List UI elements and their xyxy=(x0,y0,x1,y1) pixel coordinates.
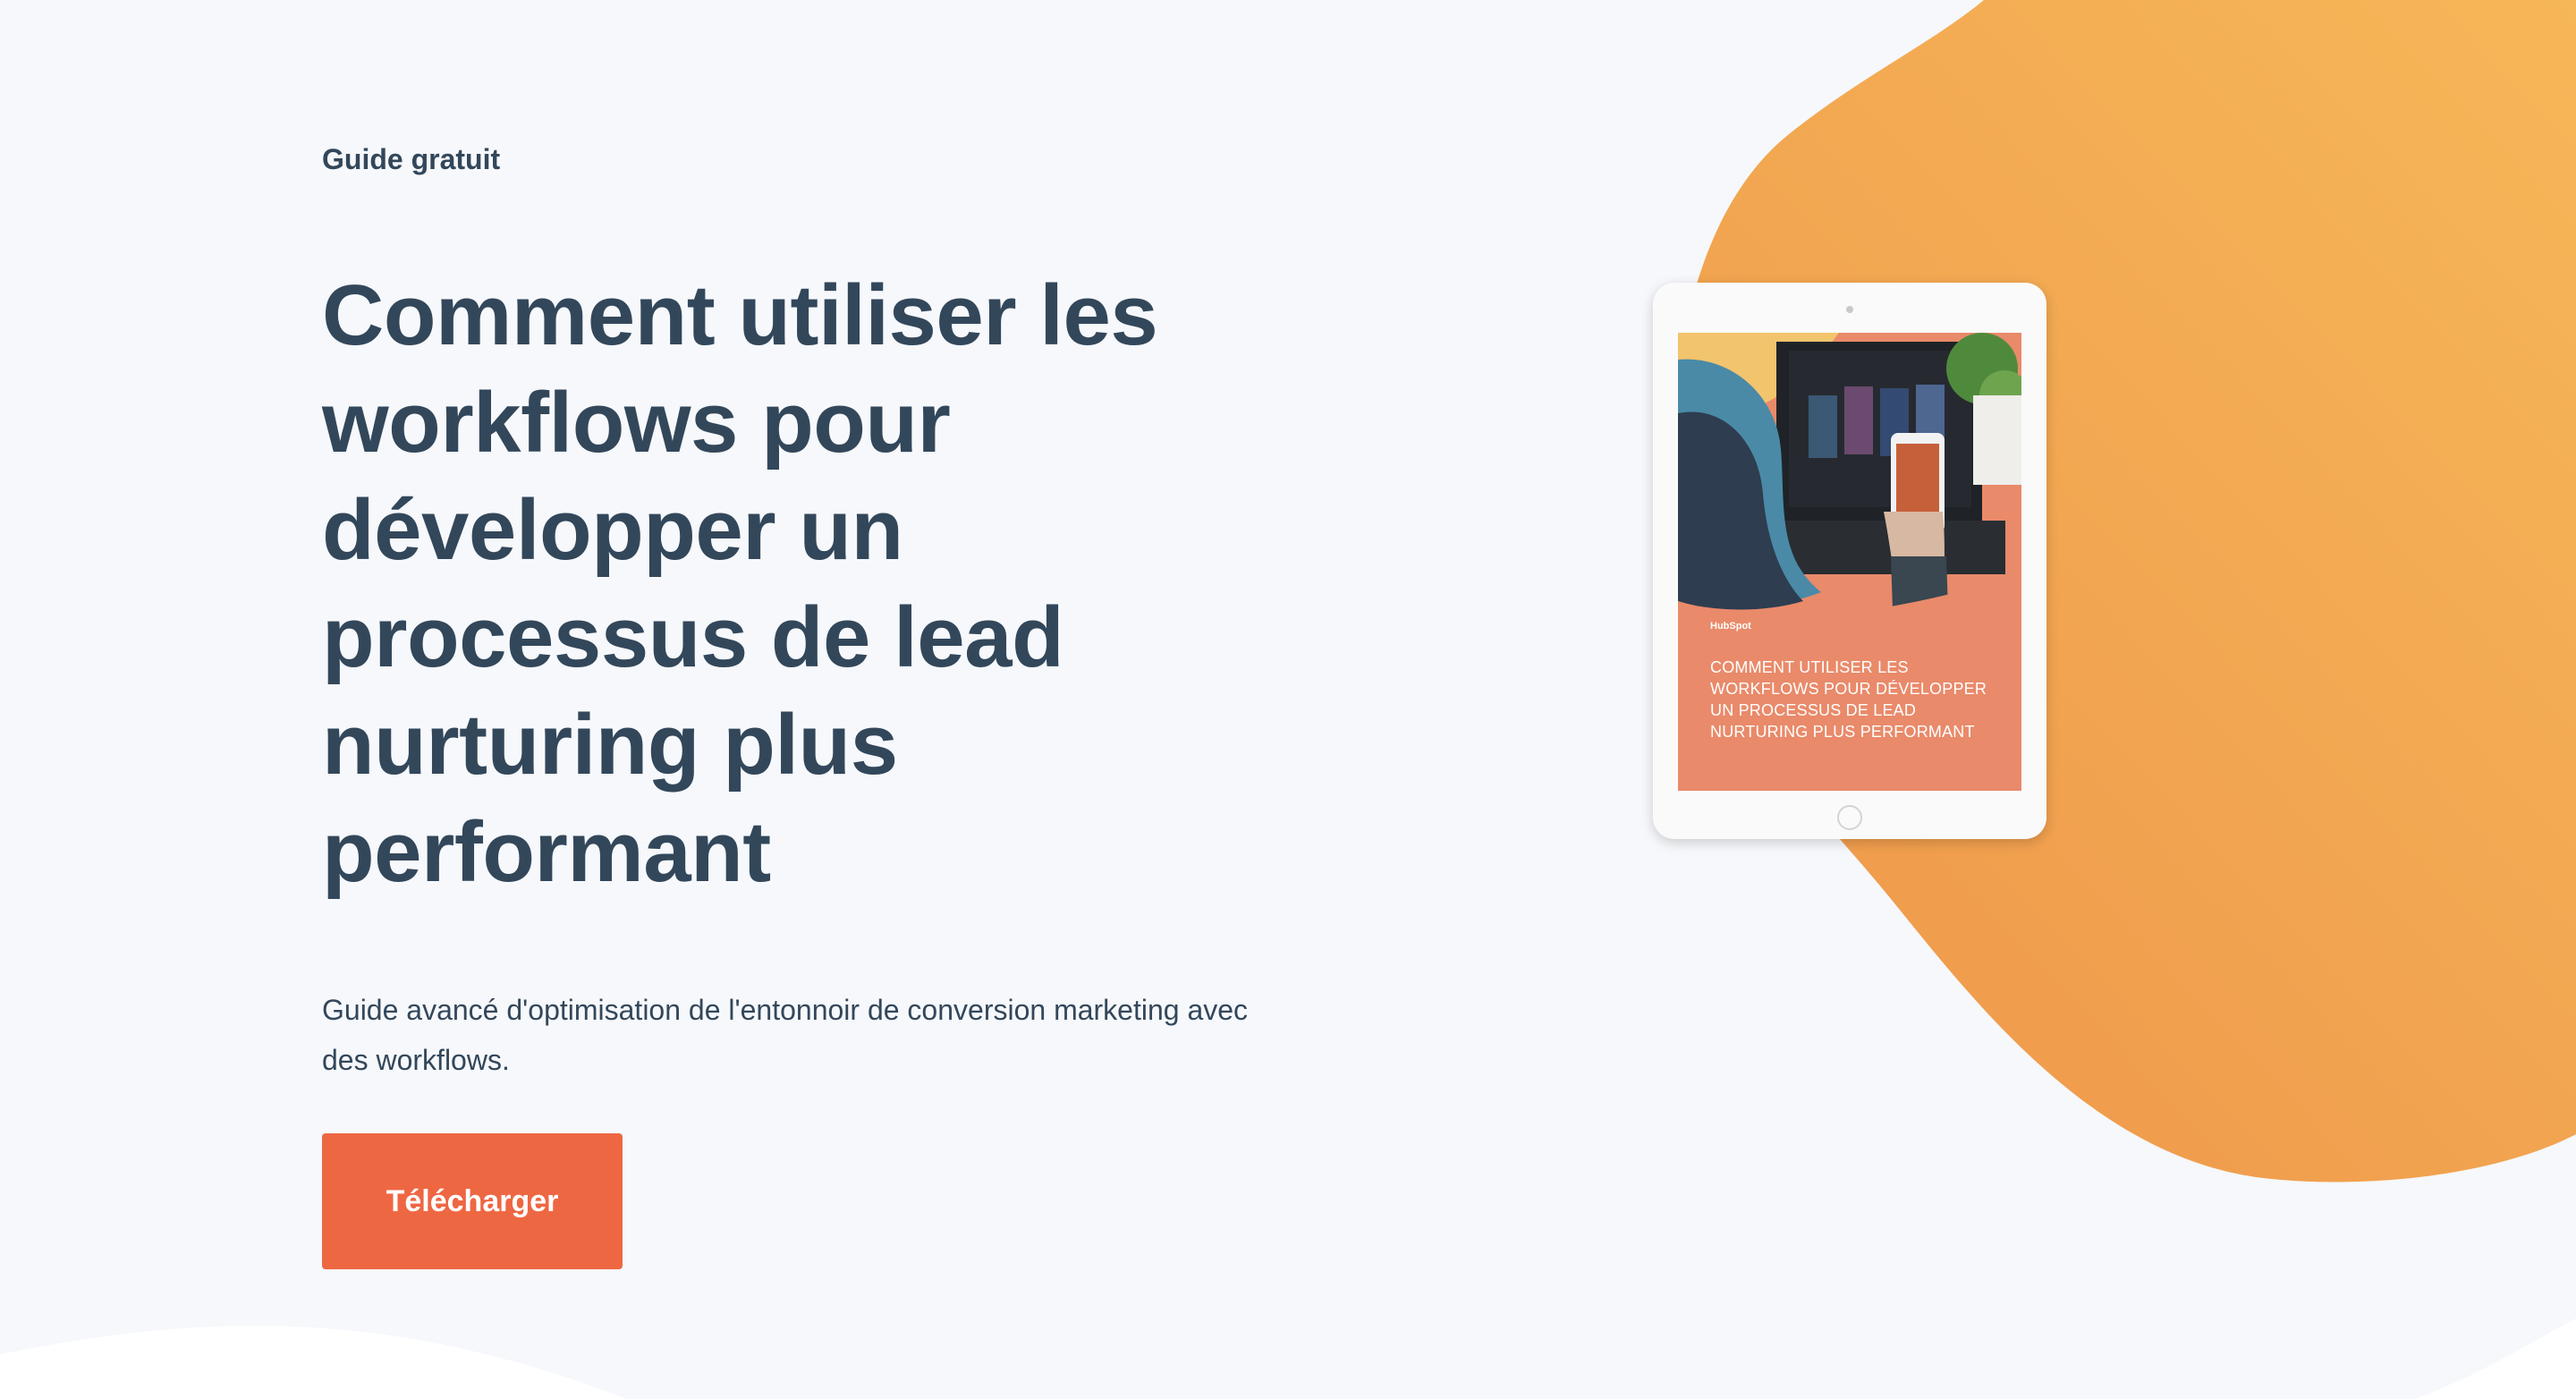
cover-brand-logo: HubSpot xyxy=(1710,621,1751,632)
eyebrow-label: Guide gratuit xyxy=(322,143,501,175)
download-button[interactable]: Télécharger xyxy=(322,1133,623,1269)
ebook-tablet-mockup: HubSpot Comment utiliser les workflows p… xyxy=(1653,283,2046,839)
hero-description: Guide avancé d'optimisation de l'entonno… xyxy=(322,994,1249,1076)
tablet-home-button xyxy=(1837,805,1862,830)
ebook-cover: HubSpot Comment utiliser les workflows p… xyxy=(1678,333,2021,791)
cover-illustration xyxy=(1678,333,2021,610)
hero-section: Guide gratuit Comment utiliser les workf… xyxy=(322,143,1288,1269)
page-title: Comment utiliser les workflows pour déve… xyxy=(322,267,1158,900)
bottom-wave-shape xyxy=(0,1318,2576,1399)
cover-title: Comment utiliser les workflows pour déve… xyxy=(1710,658,1987,741)
tablet-camera xyxy=(1846,306,1853,313)
